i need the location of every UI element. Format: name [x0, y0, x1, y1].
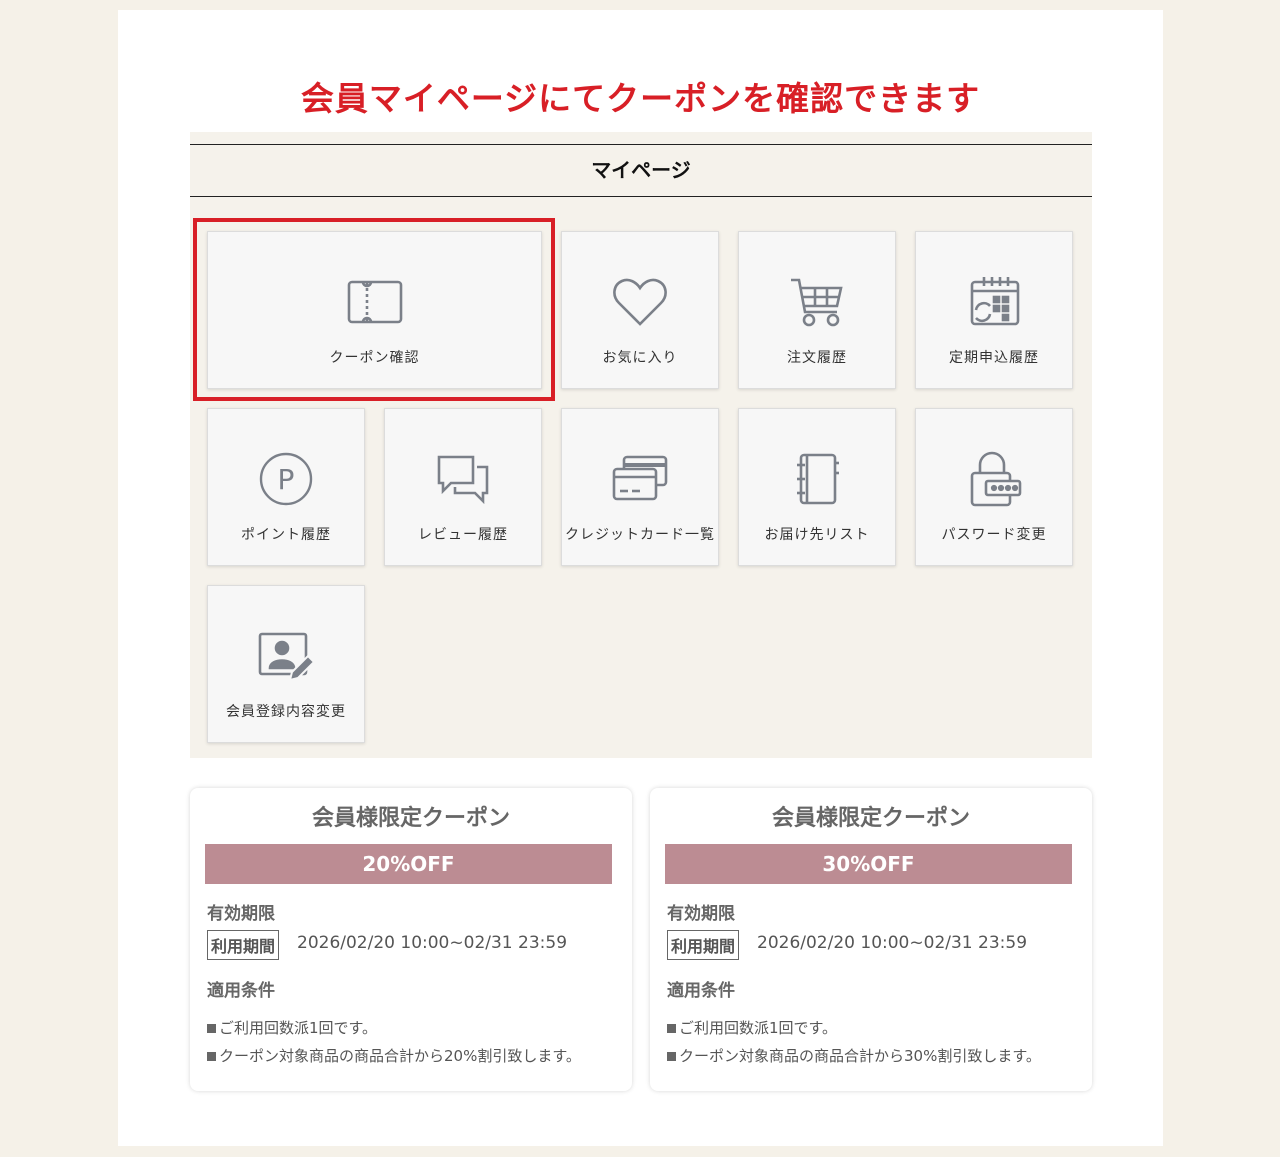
bullet-square-icon	[667, 1024, 676, 1033]
content-panel: 会員マイページにてクーポンを確認できます マイページ クーポン確認 お気に入り	[118, 10, 1163, 1146]
tile-subscription-history-label: 定期申込履歴	[949, 350, 1039, 366]
coupon-period-tag: 利用期間	[667, 930, 740, 960]
tile-order-history-label: 注文履歴	[787, 350, 847, 366]
tile-favorites[interactable]: お気に入り	[561, 231, 719, 389]
point-circle-icon: P	[256, 451, 316, 507]
tile-review-history-label: レビュー履歴	[418, 527, 508, 543]
tile-point-history[interactable]: P ポイント履歴	[207, 408, 365, 566]
coupon-title: 会員様限定クーポン	[311, 806, 510, 831]
coupon-validity-heading: 有効期限	[207, 904, 275, 924]
mypage-section: マイページ クーポン確認 お気に入り 注文履歴 定期申込履歴 P ポイント履歴 …	[190, 132, 1092, 758]
coupon-condition-1: ご利用回数派1回です。	[667, 1017, 837, 1038]
mypage-title: マイページ	[190, 144, 1092, 197]
shopping-cart-icon	[787, 274, 847, 330]
tile-address-list[interactable]: お届け先リスト	[738, 408, 896, 566]
tile-coupon[interactable]: クーポン確認	[207, 231, 542, 389]
tile-subscription-history[interactable]: 定期申込履歴	[915, 231, 1073, 389]
tile-credit-cards[interactable]: クレジットカード一覧	[561, 408, 719, 566]
bullet-square-icon	[207, 1052, 216, 1061]
coupon-card-2: 会員様限定クーポン 30%OFF 有効期限 利用期間 2026/02/20 10…	[650, 788, 1092, 1091]
tile-order-history[interactable]: 注文履歴	[738, 231, 896, 389]
calendar-refresh-icon	[964, 274, 1024, 330]
coupon-ticket-icon	[345, 274, 405, 330]
svg-text:P: P	[278, 463, 295, 496]
page-headline: 会員マイページにてクーポンを確認できます	[300, 79, 981, 118]
coupon-condition-2: クーポン対象商品の商品合計から30%割引致します。	[667, 1045, 1041, 1066]
coupon-discount-band: 20%OFF	[205, 844, 612, 884]
heart-icon	[610, 274, 670, 330]
padlock-password-icon	[964, 451, 1024, 507]
profile-edit-icon	[256, 628, 316, 684]
coupon-period: 2026/02/20 10:00~02/31 23:59	[757, 933, 1028, 953]
bullet-square-icon	[667, 1052, 676, 1061]
coupon-period: 2026/02/20 10:00~02/31 23:59	[297, 933, 568, 953]
tile-password-change[interactable]: パスワード変更	[915, 408, 1073, 566]
coupon-condition-2: クーポン対象商品の商品合計から20%割引致します。	[207, 1045, 581, 1066]
tile-credit-cards-label: クレジットカード一覧	[565, 527, 715, 543]
coupon-validity-heading: 有効期限	[667, 904, 735, 924]
coupon-conditions-heading: 適用条件	[207, 981, 275, 1001]
tile-point-history-label: ポイント履歴	[241, 527, 331, 543]
credit-card-icon	[610, 451, 670, 507]
coupon-conditions-heading: 適用条件	[667, 981, 735, 1001]
tile-password-change-label: パスワード変更	[941, 527, 1047, 543]
tile-favorites-label: お気に入り	[602, 350, 678, 366]
coupon-title: 会員様限定クーポン	[771, 806, 970, 831]
bullet-square-icon	[207, 1024, 216, 1033]
tile-member-info-edit-label: 会員登録内容変更	[226, 704, 346, 720]
tile-member-info-edit[interactable]: 会員登録内容変更	[207, 585, 365, 743]
tile-address-list-label: お届け先リスト	[764, 527, 870, 543]
address-book-icon	[787, 451, 847, 507]
tile-review-history[interactable]: レビュー履歴	[384, 408, 542, 566]
coupon-condition-1: ご利用回数派1回です。	[207, 1017, 377, 1038]
coupon-card-1: 会員様限定クーポン 20%OFF 有効期限 利用期間 2026/02/20 10…	[190, 788, 632, 1091]
chat-bubbles-icon	[433, 451, 493, 507]
tile-coupon-label: クーポン確認	[329, 350, 420, 366]
coupon-discount-band: 30%OFF	[665, 844, 1072, 884]
coupon-period-tag: 利用期間	[207, 930, 280, 960]
